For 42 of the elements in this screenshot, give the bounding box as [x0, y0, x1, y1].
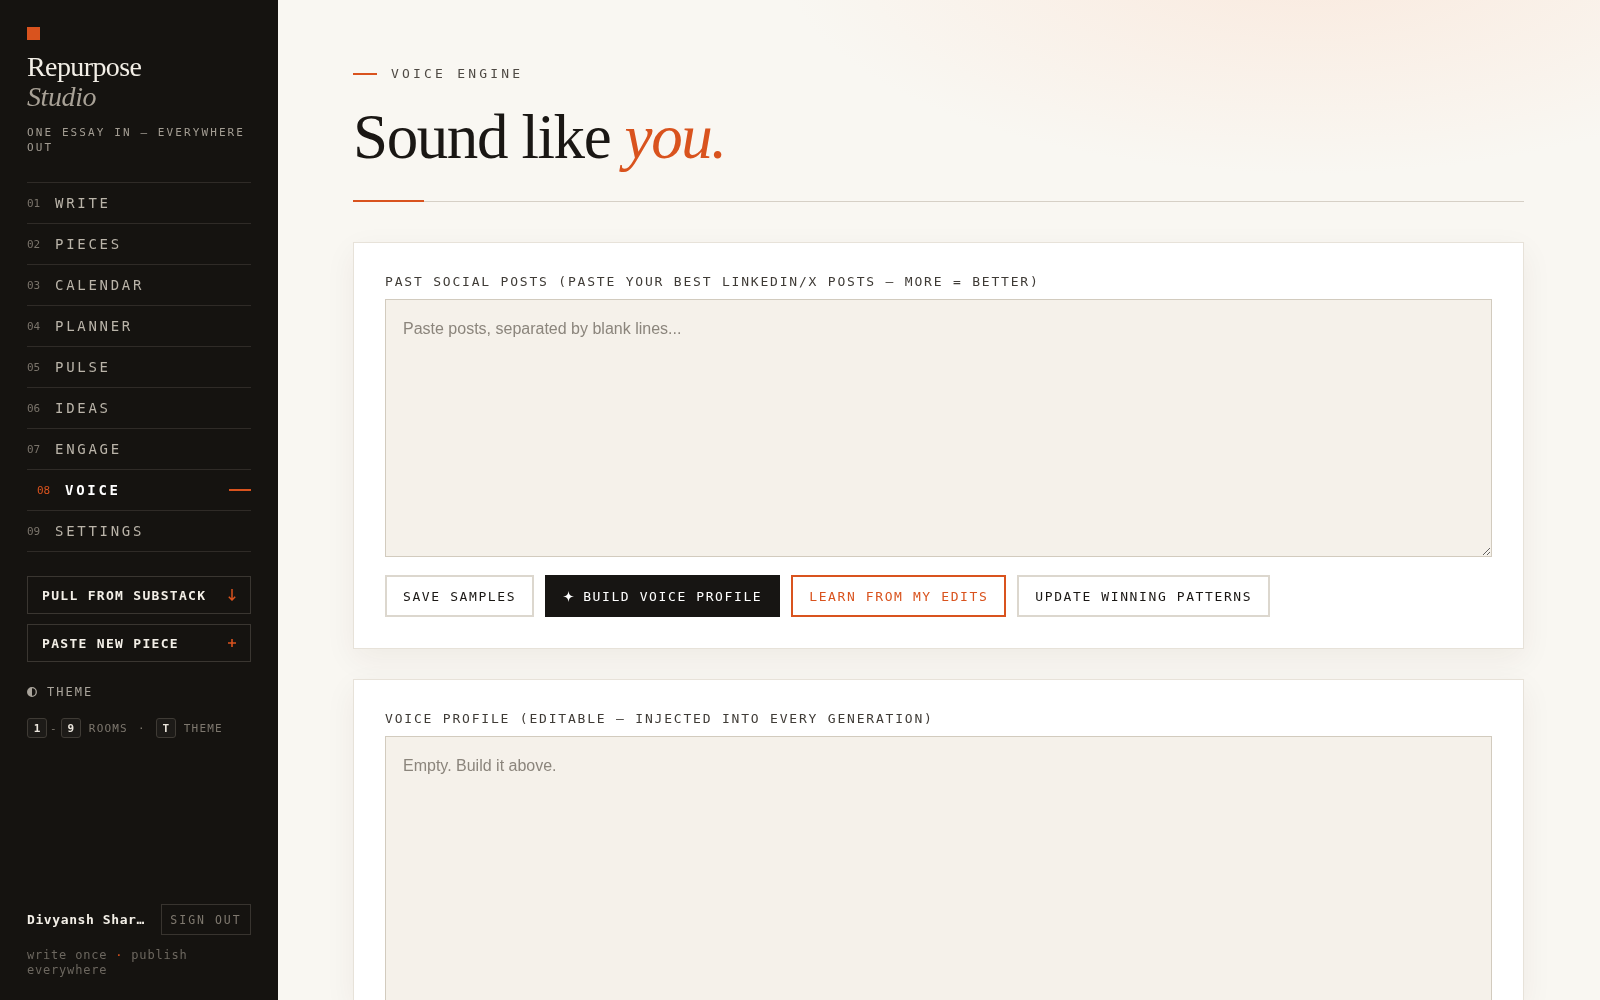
voice-profile-textarea[interactable]: Empty. Build it above.: [385, 736, 1492, 1000]
key-cap: 9: [60, 718, 81, 738]
contrast-icon: [27, 687, 37, 697]
sign-out-button[interactable]: SIGN OUT: [161, 904, 251, 935]
brand-name: Repurpose: [27, 52, 142, 82]
field-label: VOICE PROFILE (EDITABLE — INJECTED INTO EVERY GENERATION): [385, 711, 934, 727]
nav-item[interactable]: 04 PLANNER: [27, 306, 251, 347]
logo-mark-icon: [27, 27, 40, 40]
user-name: Divyansh Shar…: [27, 912, 145, 927]
sparkle-icon: [563, 590, 575, 602]
active-dash-icon: [229, 489, 251, 491]
brand-subtitle: Studio: [27, 82, 97, 112]
nav-item[interactable]: 01 WRITE: [27, 183, 251, 224]
arrow-down-icon: [228, 589, 236, 601]
shortcut-text: THEME: [183, 721, 223, 735]
nav-item[interactable]: 06 IDEAS: [27, 388, 251, 429]
posts-textarea[interactable]: Paste posts, separated by blank lines...: [385, 299, 1492, 557]
nav-item[interactable]: 02 PIECES: [27, 224, 251, 265]
learn-edits-button[interactable]: LEARN FROM MY EDITS: [791, 575, 1007, 617]
brand-tagline: ONE ESSAY IN — EVERYWHERE OUT: [27, 125, 247, 155]
save-samples-button[interactable]: SAVE SAMPLES: [385, 575, 535, 617]
plus-icon: [228, 639, 236, 647]
shortcut-text: ROOMS: [88, 721, 128, 735]
substack-pull-button[interactable]: PULL FROM SUBSTACK: [27, 576, 251, 614]
key-cap: 1: [27, 718, 47, 738]
field-label: PAST SOCIAL POSTS (PASTE YOUR BEST LINKEDIN/X POSTS — MORE = BETTER): [385, 274, 1040, 290]
shortcut-text: -: [50, 721, 58, 735]
page-title: Sound like you.: [353, 102, 726, 172]
eyebrow-label: VOICE ENGINE: [391, 66, 524, 82]
nav-item[interactable]: 03 CALENDAR: [27, 265, 251, 306]
nav-item[interactable]: 07 ENGAGE: [27, 429, 251, 470]
dash-icon: [353, 73, 377, 75]
key-cap: T: [155, 718, 176, 738]
footer-tagline: write once · publish everywhere: [27, 948, 189, 978]
build-profile-button[interactable]: BUILD VOICE PROFILE: [545, 575, 781, 617]
theme-toggle[interactable]: THEME: [27, 684, 94, 700]
paste-piece-button[interactable]: PASTE NEW PIECE: [27, 624, 251, 662]
shortcut-text: ·: [137, 721, 146, 735]
nav-item[interactable]: 09 SETTINGS: [27, 511, 251, 552]
nav-item[interactable]: 08 VOICE: [27, 470, 251, 511]
update-patterns-button[interactable]: UPDATE WINNING PATTERNS: [1017, 575, 1271, 617]
nav-item[interactable]: 05 PULSE: [27, 347, 251, 388]
